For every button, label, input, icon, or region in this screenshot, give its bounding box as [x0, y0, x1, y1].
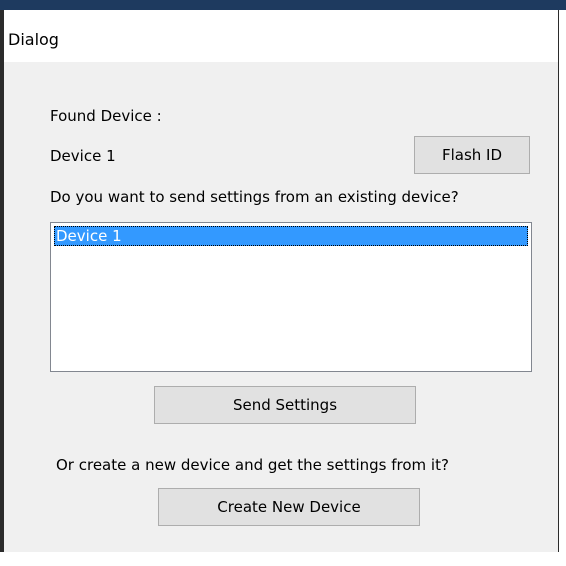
list-item[interactable]: Device 1: [54, 226, 528, 246]
window-title: Dialog: [8, 30, 59, 49]
new-device-question: Or create a new device and get the setti…: [56, 456, 449, 474]
window-bottom-edge: [0, 552, 566, 566]
create-new-device-button[interactable]: Create New Device: [158, 488, 420, 526]
flash-id-button[interactable]: Flash ID: [414, 136, 530, 174]
title-bar[interactable]: Dialog: [4, 10, 558, 62]
window-top-border: [0, 0, 566, 10]
dialog-window: Dialog Found Device : Device 1 Flash ID …: [0, 10, 566, 566]
send-settings-button[interactable]: Send Settings: [154, 386, 416, 424]
window-right-border: [558, 10, 566, 566]
existing-device-question: Do you want to send settings from an exi…: [50, 188, 459, 206]
device-listbox[interactable]: Device 1: [50, 222, 532, 372]
found-device-label: Found Device :: [50, 107, 162, 125]
found-device-name: Device 1: [50, 147, 116, 165]
